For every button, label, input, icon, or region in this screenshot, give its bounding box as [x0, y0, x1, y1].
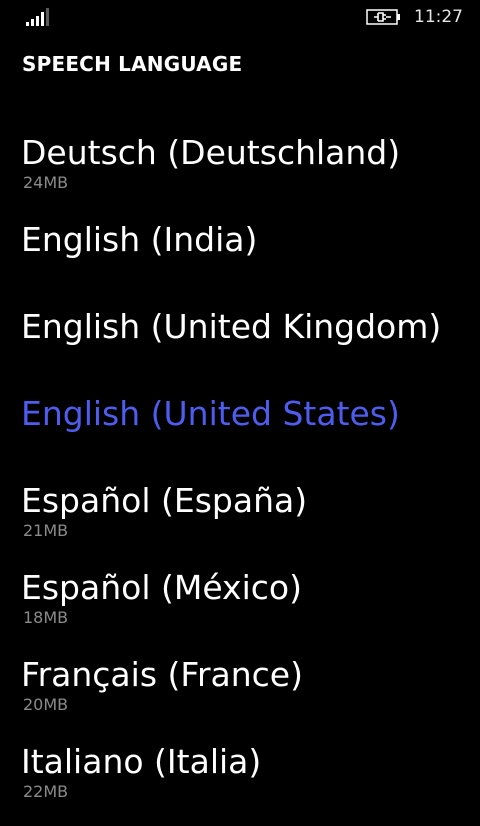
language-item-espanol-espana[interactable]: Español (España) 21MB — [0, 478, 480, 565]
language-list: Deutsch (Deutschland) 24MB English (Indi… — [0, 130, 480, 826]
language-item-francais-france[interactable]: Français (France) 20MB — [0, 652, 480, 739]
language-name: Deutsch (Deutschland) — [21, 133, 401, 172]
status-bar: 11:27 — [0, 0, 480, 36]
language-size: 21MB — [23, 521, 69, 540]
language-item-english-india[interactable]: English (India) — [0, 217, 480, 304]
page-title: SPEECH LANGUAGE — [22, 52, 243, 76]
language-item-italiano-italia[interactable]: Italiano (Italia) 22MB — [0, 739, 480, 826]
language-name: English (United Kingdom) — [21, 307, 442, 346]
battery-charging-icon — [366, 9, 400, 25]
language-item-english-united-states[interactable]: English (United States) — [0, 391, 480, 478]
language-item-deutsch-deutschland[interactable]: Deutsch (Deutschland) 24MB — [0, 130, 480, 217]
language-name-selected: English (United States) — [21, 394, 400, 433]
language-size: 24MB — [23, 173, 69, 192]
language-name: Français (France) — [21, 655, 303, 694]
language-size: 20MB — [23, 695, 69, 714]
language-size: 18MB — [23, 608, 69, 627]
clock-time: 11:27 — [414, 7, 463, 27]
language-item-espanol-mexico[interactable]: Español (México) 18MB — [0, 565, 480, 652]
language-name: Italiano (Italia) — [21, 742, 262, 781]
language-name: Español (España) — [21, 481, 308, 520]
language-item-english-united-kingdom[interactable]: English (United Kingdom) — [0, 304, 480, 391]
language-name: English (India) — [21, 220, 258, 259]
language-name: Español (México) — [21, 568, 302, 607]
signal-bars-icon — [26, 8, 49, 26]
language-size: 22MB — [23, 782, 69, 801]
